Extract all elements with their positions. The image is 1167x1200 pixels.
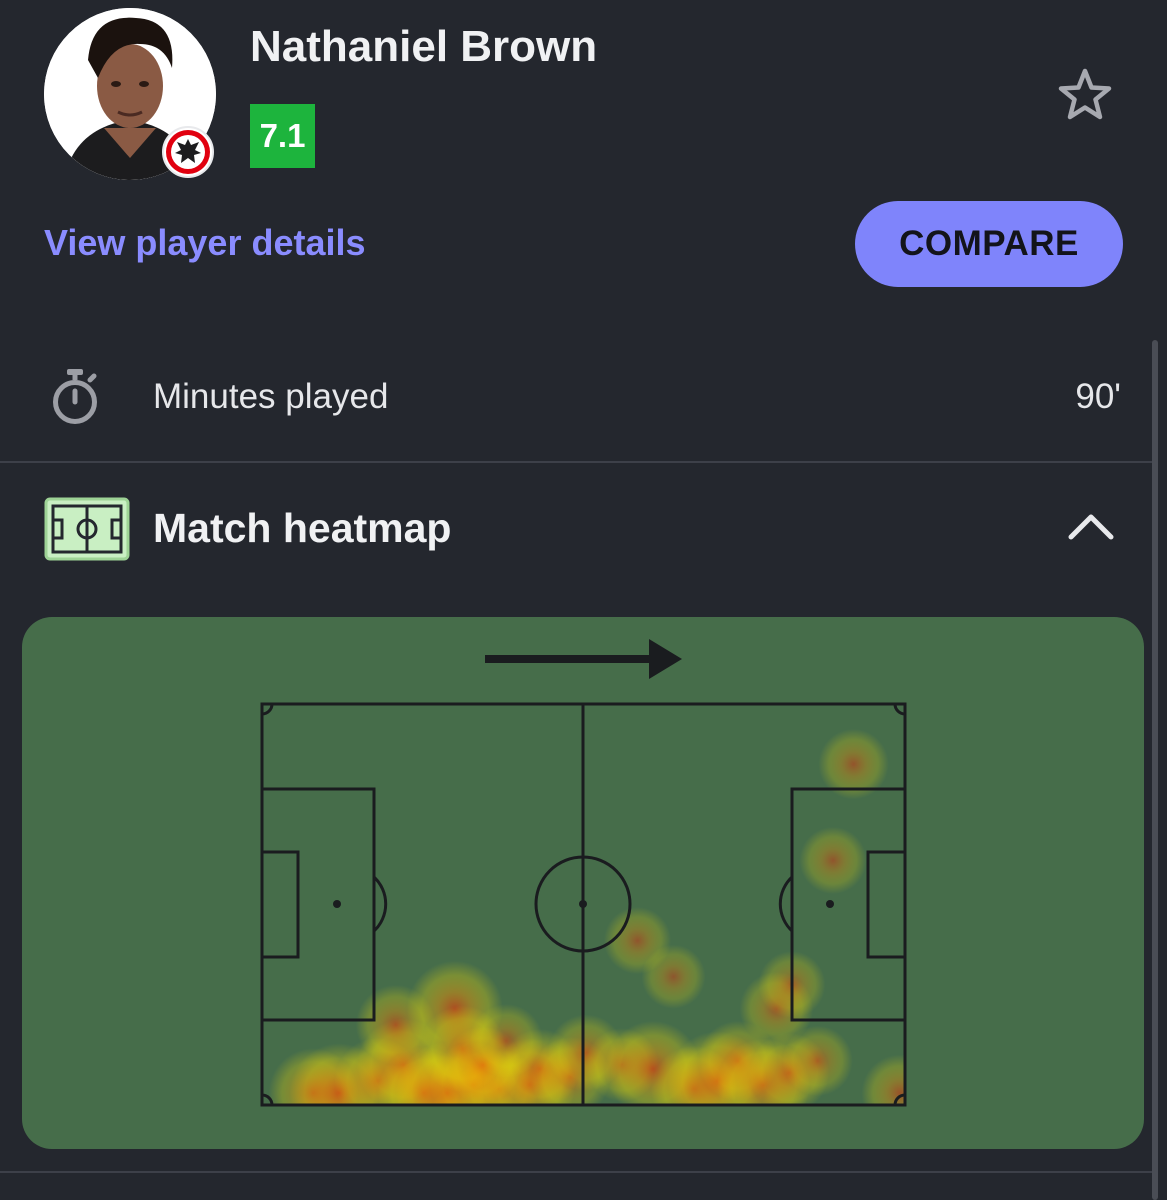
divider: [0, 461, 1152, 463]
club-crest-icon: [166, 130, 210, 174]
chevron-up-icon[interactable]: [1066, 505, 1116, 545]
heatmap-layer: [268, 728, 905, 1105]
compare-button[interactable]: COMPARE: [855, 201, 1123, 287]
view-player-details-link[interactable]: View player details: [44, 222, 366, 264]
heatmap-section-title: Match heatmap: [153, 505, 452, 551]
player-name: Nathaniel Brown: [250, 22, 598, 71]
minutes-played-label: Minutes played: [153, 377, 389, 416]
stopwatch-icon: [50, 366, 100, 426]
rating-badge: 7.1: [250, 104, 315, 168]
heat-spot: [641, 944, 706, 1009]
scrollbar[interactable]: [1152, 340, 1158, 1200]
club-badge: [162, 126, 214, 178]
favorite-star-icon[interactable]: [1056, 66, 1114, 124]
heat-spot: [861, 1054, 905, 1105]
heat-spot: [799, 826, 867, 894]
football-pitch-icon: [44, 497, 130, 561]
minutes-played-value: 90': [1075, 377, 1121, 416]
divider: [0, 1171, 1152, 1173]
heatmap-card: [22, 617, 1144, 1149]
attack-direction-arrow-icon: [485, 639, 682, 679]
